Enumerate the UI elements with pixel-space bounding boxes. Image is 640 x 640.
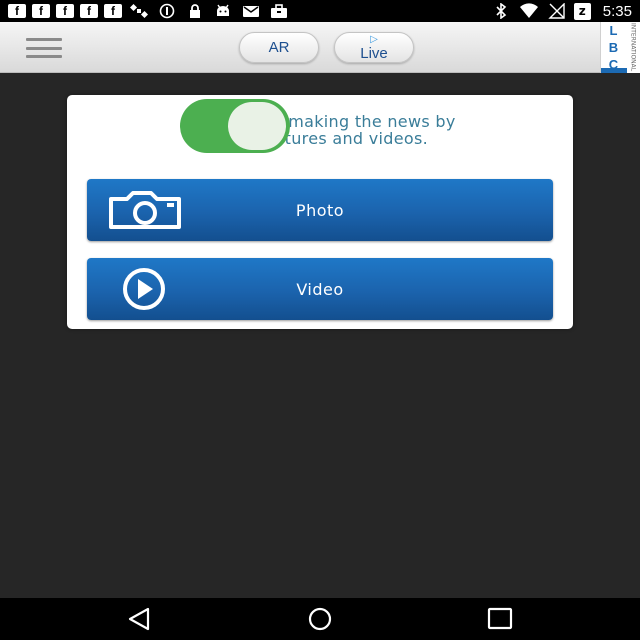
back-icon[interactable] [120,606,160,632]
hamburger-menu-icon[interactable] [26,38,62,58]
toggle-knob [228,102,286,150]
clock: 5:35 [602,2,632,20]
facebook-icon: f [80,4,98,18]
system-icons: z 5:35 [490,2,632,20]
ar-language-button[interactable]: AR [239,32,319,63]
navigation-bar [0,598,640,640]
status-bar: f f f f f z 5:35 [0,0,640,22]
upload-card: Get in making the news by se tures and v… [67,95,573,329]
video-button[interactable]: Video [87,258,553,320]
bluetooth-icon [490,3,512,19]
video-label: Video [296,279,344,299]
no-signal-icon [546,3,568,19]
photo-label: Photo [295,200,345,220]
battery-icon: z [573,2,591,20]
facebook-icon: f [104,4,122,18]
wifi-icon [518,3,540,19]
facebook-icon: f [32,4,50,18]
play-icon: ▷ [370,33,378,45]
photo-button[interactable]: Photo [87,179,553,241]
mail-icon [240,3,262,19]
logo-subtitle: INTERNATIONAL [629,23,637,72]
card-message-line-1: Get in making the news by [184,112,456,131]
home-icon[interactable] [300,606,340,632]
info-icon [156,3,178,19]
app-header: AR ▷ Live [0,22,640,73]
live-button[interactable]: ▷ Live [334,32,414,63]
facebook-icon: f [56,4,74,18]
logo-letters: L B C [601,22,626,73]
toggle-switch[interactable] [180,99,290,153]
card-message: Get in making the news by se tures and v… [87,113,553,147]
lock-icon [184,3,206,19]
android-icon [212,3,234,19]
logo-letter-b: B [608,40,619,55]
briefcase-icon [268,3,290,19]
satellite-icon [128,3,150,19]
lbc-logo: L B C INTERNATIONAL [600,22,640,73]
notification-icons: f f f f f [8,3,290,19]
card-message-line-2: se tures and videos. [212,129,428,148]
logo-letter-l: L [609,23,618,38]
recent-apps-icon[interactable] [480,606,520,632]
logo-bar [601,68,627,73]
facebook-icon: f [8,4,26,18]
live-label: Live [360,44,388,62]
